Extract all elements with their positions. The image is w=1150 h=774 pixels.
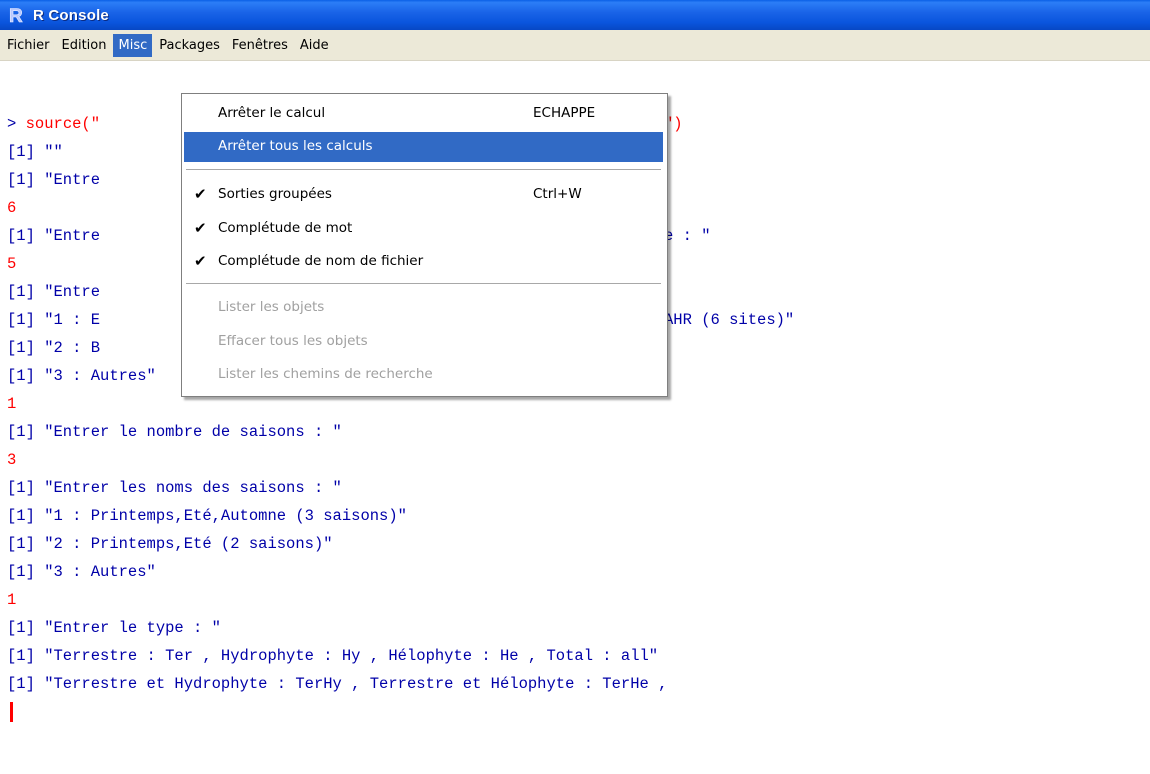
menu-item-label: Effacer tous les objets (218, 333, 368, 349)
menu-item-label: Lister les objets (218, 299, 325, 315)
console-input-line: 5 (7, 255, 17, 273)
console-line: > source(" ") (7, 115, 683, 133)
menu-item-label: Complétude de mot (218, 220, 353, 236)
console-line: [1] "3 : Autres" (7, 367, 156, 385)
misc-dropdown-menu: Arrêter le calcul ECHAPPE Arrêter tous l… (181, 93, 668, 397)
checkmark-icon: ✔ (194, 219, 207, 237)
console-line-head: [1] "1 : E (7, 311, 101, 329)
window-title: R Console (33, 6, 109, 24)
menu-edition[interactable]: Edition (57, 34, 112, 57)
console-input-line: 6 (7, 199, 17, 217)
console-line: [1] "" (7, 143, 63, 161)
menu-item-word-completion[interactable]: ✔ Complétude de mot (184, 214, 663, 244)
console-line-tail: AHR (6 sites)" (664, 311, 795, 329)
console-input-line: 1 (7, 395, 17, 413)
svg-text:R: R (9, 6, 23, 25)
menu-separator (186, 283, 661, 285)
menu-item-filename-completion[interactable]: ✔ Complétude de nom de fichier (184, 247, 663, 277)
console-line-tail: e : " (664, 227, 711, 245)
menu-item-buffered-output[interactable]: ✔ Sorties groupées Ctrl+W (184, 180, 663, 210)
console-line: [1] "3 : Autres" (7, 563, 156, 581)
console-line: [1] "1 : Printemps,Eté,Automne (3 saison… (7, 507, 407, 525)
console-line: [1] "Terrestre : Ter , Hydrophyte : Hy ,… (7, 647, 659, 665)
r-logo-icon: R (6, 4, 28, 26)
console-line: [1] "2 : Printemps,Eté (2 saisons)" (7, 535, 333, 553)
menu-packages[interactable]: Packages (154, 34, 225, 57)
menu-fichier[interactable]: Fichier (2, 34, 55, 57)
checkmark-icon: ✔ (194, 252, 207, 270)
shortcut-label: Ctrl+W (533, 186, 582, 202)
menu-item-list-objects[interactable]: Lister les objets (184, 293, 663, 323)
menu-bar: Fichier Edition Misc Packages Fenêtres A… (0, 30, 1150, 61)
console-line: [1] "Entrer les noms des saisons : " (7, 479, 342, 497)
menu-item-label: Sorties groupées (218, 186, 332, 202)
menu-item-label: Arrêter tous les calculs (218, 138, 373, 154)
menu-separator (186, 169, 661, 171)
console-line: [1] "Entre e : " (7, 227, 711, 245)
checkmark-icon: ✔ (194, 185, 207, 203)
menu-item-label: Complétude de nom de fichier (218, 253, 424, 269)
console-input-line: 3 (7, 451, 17, 469)
console-line: [1] "2 : B (7, 339, 101, 357)
console-command: source(" (25, 115, 101, 133)
menu-aide[interactable]: Aide (295, 34, 334, 57)
console-line: [1] "Entre (7, 283, 101, 301)
console-line: [1] "1 : E AHR (6 sites)" (7, 311, 794, 329)
menu-item-stop-all-calculations[interactable]: Arrêter tous les calculs (184, 132, 663, 162)
console-line: [1] "Entrer le type : " (7, 619, 221, 637)
menu-misc[interactable]: Misc (113, 33, 153, 57)
menu-item-label: Lister les chemins de recherche (218, 366, 433, 382)
title-bar[interactable]: R R Console (0, 0, 1150, 30)
console-line: [1] "Terrestre et Hydrophyte : TerHy , T… (7, 675, 668, 693)
menu-item-remove-all-objects[interactable]: Effacer tous les objets (184, 327, 663, 357)
console-line: [1] "Entre (7, 171, 101, 189)
menu-fenetres[interactable]: Fenêtres (227, 34, 293, 57)
console-line-head: [1] "Entre (7, 227, 101, 245)
text-cursor (10, 702, 13, 722)
shortcut-label: ECHAPPE (533, 105, 596, 121)
menu-item-list-search-path[interactable]: Lister les chemins de recherche (184, 360, 663, 390)
menu-item-label: Arrêter le calcul (218, 105, 326, 121)
console-line: [1] "Entrer le nombre de saisons : " (7, 423, 342, 441)
menu-item-stop-calculation[interactable]: Arrêter le calcul ECHAPPE (184, 99, 663, 129)
console-input-line: 1 (7, 591, 17, 609)
